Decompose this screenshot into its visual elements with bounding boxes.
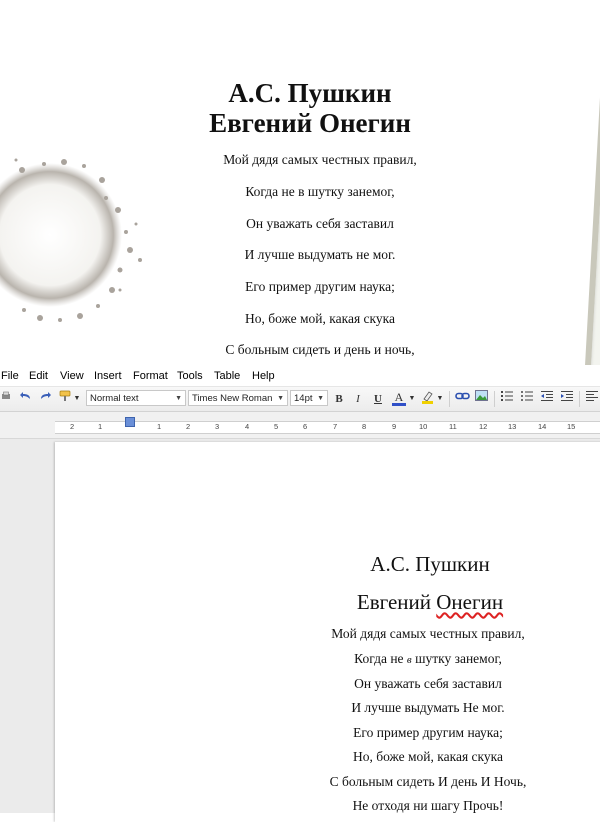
increase-indent-icon[interactable] — [560, 390, 574, 408]
indent-marker[interactable] — [125, 417, 135, 427]
font-select[interactable]: Times New Roman ▼ — [188, 390, 288, 406]
photo-line: Его пример другим наука; — [245, 279, 395, 294]
ruler-number: 9 — [392, 422, 397, 431]
ruler-number: 1 — [98, 422, 103, 431]
doc-line: Он уважать себя заставил — [354, 676, 502, 691]
doc-line-part: шутку занемог, — [411, 651, 502, 666]
chevron-down-icon: ▼ — [175, 395, 182, 402]
bold-button[interactable]: B — [333, 390, 345, 408]
ruler-number: 4 — [245, 422, 250, 431]
numbered-list-icon[interactable] — [500, 390, 514, 408]
toolbar-divider — [579, 391, 580, 407]
highlight-icon[interactable] — [420, 390, 434, 408]
doc-line: Когда не в шутку занемог, — [275, 650, 581, 669]
ruler-number: 8 — [362, 422, 367, 431]
style-select[interactable]: Normal text ▼ — [86, 390, 186, 406]
toolbar-divider — [494, 391, 495, 407]
italic-button[interactable]: I — [352, 390, 364, 408]
ruler-number: 2 — [70, 422, 75, 431]
ruler-number: 5 — [274, 422, 279, 431]
photo-line: Он уважать себя заставил — [246, 216, 394, 231]
menu-tools[interactable]: Tools — [177, 370, 203, 383]
ruler-number: 12 — [479, 422, 488, 431]
menu-view[interactable]: View — [60, 370, 84, 383]
photo-line: С больным сидеть и день и ночь, — [225, 342, 415, 357]
bulleted-list-icon[interactable] — [520, 390, 534, 408]
scanned-photo: А.С. Пушкин Евгений Онегин Мой дядя самы… — [0, 0, 600, 365]
menu-bar: File Edit View Insert Format Tools Table… — [0, 366, 600, 387]
doc-line: И лучше выдумать Не мог. — [351, 700, 505, 715]
ruler-number: 1 — [157, 422, 162, 431]
toolbar: ▼ Normal text ▼ Times New Roman ▼ 14pt ▼… — [0, 387, 600, 412]
photo-line: Когда не в шутку занемог, — [245, 184, 395, 199]
menu-format[interactable]: Format — [133, 370, 168, 383]
ruler-number: 10 — [419, 422, 428, 431]
link-icon[interactable] — [454, 390, 470, 408]
redo-icon[interactable] — [38, 390, 52, 408]
doc-line: Не отходя ни шагу Прочь! — [352, 798, 504, 813]
paint-format-icon[interactable] — [58, 390, 72, 408]
ruler-number: 6 — [303, 422, 308, 431]
chevron-down-icon: ▼ — [277, 395, 284, 402]
spellcheck-word[interactable]: Онегин — [436, 590, 503, 614]
document-page[interactable]: А.С. Пушкин Евгений Онегин Мой дядя самы… — [55, 442, 600, 822]
text-color-button[interactable]: A — [392, 390, 406, 406]
doc-line: Его пример другим наука; — [353, 725, 503, 740]
toolbar-divider — [449, 391, 450, 407]
menu-table[interactable]: Table — [214, 370, 240, 383]
ruler-strip — [55, 421, 600, 434]
menu-edit[interactable]: Edit — [29, 370, 48, 383]
chevron-down-icon[interactable]: ▼ — [408, 390, 416, 408]
font-size-select[interactable]: 14pt ▼ — [290, 390, 328, 406]
image-icon[interactable] — [474, 390, 488, 408]
ruler-number: 15 — [567, 422, 576, 431]
photo-line: И лучше выдумать не мог. — [244, 247, 396, 262]
print-icon[interactable] — [0, 390, 12, 408]
doc-title-text: Евгений Онегин — [356, 590, 504, 614]
doc-line: Но, боже мой, какая скука — [352, 749, 504, 764]
ruler: 2 1 1 2 3 4 5 6 7 8 9 10 11 12 13 14 15 — [0, 412, 600, 439]
underline-button[interactable]: U — [372, 390, 384, 408]
ruler-number: 13 — [508, 422, 517, 431]
document-canvas: А.С. Пушкин Евгений Онегин Мой дядя самы… — [0, 439, 600, 822]
menu-insert[interactable]: Insert — [94, 370, 122, 383]
doc-author: А.С. Пушкин — [370, 552, 490, 576]
decrease-indent-icon[interactable] — [540, 390, 554, 408]
photo-text: А.С. Пушкин Евгений Онегин Мой дядя самы… — [0, 0, 600, 365]
font-size-value: 14pt — [294, 393, 313, 404]
style-select-value: Normal text — [90, 393, 139, 404]
doc-line-part: Когда не — [354, 651, 407, 666]
undo-icon[interactable] — [19, 390, 33, 408]
ruler-number: 14 — [538, 422, 547, 431]
ruler-number: 7 — [333, 422, 338, 431]
chevron-down-icon[interactable]: ▼ — [436, 390, 444, 408]
doc-line: С больным сидеть И день И Ночь, — [329, 774, 527, 789]
photo-line: Мой дядя самых честных правил, — [223, 152, 417, 167]
photo-line: Но, боже мой, какая скука — [244, 311, 396, 326]
ruler-number: 2 — [186, 422, 191, 431]
ruler-number: 11 — [449, 422, 457, 431]
doc-title: Евгений Онегин — [295, 590, 565, 614]
ruler-number: 3 — [215, 422, 220, 431]
photo-author: А.С. Пушкин — [228, 78, 392, 108]
chevron-down-icon[interactable]: ▼ — [73, 390, 81, 408]
font-select-value: Times New Roman — [192, 393, 273, 404]
doc-line: Мой дядя самых честных правил, — [331, 626, 525, 641]
chevron-down-icon: ▼ — [317, 395, 324, 402]
align-left-icon[interactable] — [585, 390, 599, 408]
menu-file[interactable]: File — [1, 370, 19, 383]
menu-help[interactable]: Help — [252, 370, 275, 383]
photo-title: Евгений Онегин — [209, 108, 411, 138]
